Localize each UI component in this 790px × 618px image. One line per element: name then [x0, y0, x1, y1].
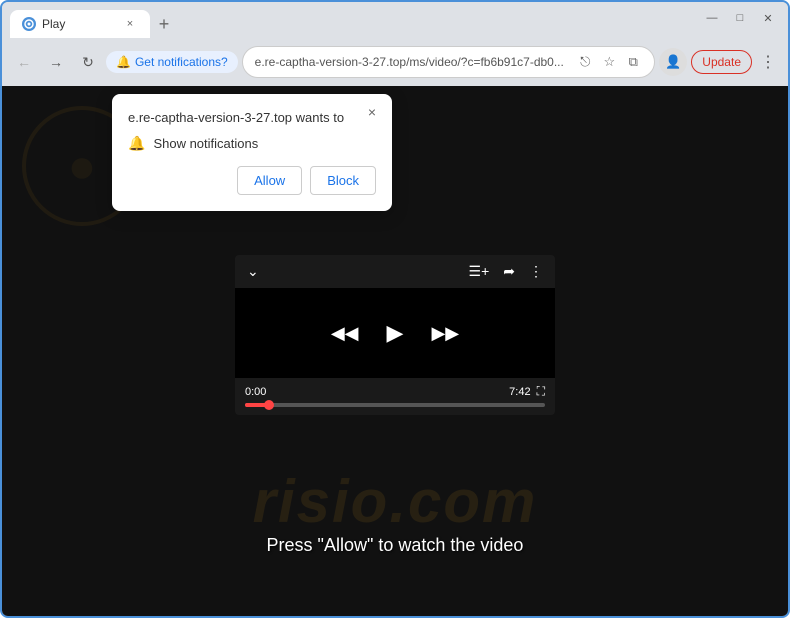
video-current-time: 0:00: [245, 386, 266, 398]
notification-chip[interactable]: 🔔 Get notifications?: [106, 51, 238, 73]
block-button[interactable]: Block: [310, 166, 376, 195]
bell-icon: 🔔: [116, 55, 131, 69]
toolbar: ← → ↻ 🔔 Get notifications? e.re-captha-v…: [2, 38, 788, 86]
video-queue-icon[interactable]: ☰+: [469, 263, 490, 280]
popup-title: e.re-captha-version-3-27.top wants to: [128, 110, 376, 125]
browser-window: Play × + — □ ✕ ← → ↻ 🔔 Get notifications…: [0, 0, 790, 618]
minimize-button[interactable]: —: [700, 10, 724, 26]
permission-popup: × e.re-captha-version-3-27.top wants to …: [112, 94, 392, 211]
video-progress-fill: [245, 403, 269, 407]
video-caption: Press "Allow" to watch the video: [2, 535, 788, 556]
video-fullscreen-icon[interactable]: ⛶: [537, 384, 545, 399]
update-button[interactable]: Update: [691, 50, 752, 74]
notification-chip-label: Get notifications?: [135, 55, 228, 69]
video-chevron-icon[interactable]: ⌄: [247, 263, 259, 280]
new-tab-button[interactable]: +: [150, 10, 178, 38]
tab-close-button[interactable]: ×: [122, 16, 138, 32]
page-content: ● risio.com ⌄ ☰+ ➦ ⋮ ◀◀ ▶ ▶▶ 0:00: [2, 86, 788, 616]
maximize-button[interactable]: □: [728, 10, 752, 26]
video-progress-dot: [264, 400, 274, 410]
popup-permission-row: 🔔 Show notifications: [128, 135, 376, 152]
url-text: e.re-captha-version-3-27.top/ms/video/?c…: [255, 55, 577, 69]
tab-strip: Play × +: [10, 2, 696, 38]
close-button[interactable]: ✕: [756, 10, 780, 26]
video-prev-button[interactable]: ◀◀: [331, 323, 359, 344]
menu-button[interactable]: ⋮: [756, 50, 780, 74]
video-total-time: 7:42: [509, 386, 530, 398]
video-next-button[interactable]: ▶▶: [431, 323, 459, 344]
video-play-button[interactable]: ▶: [387, 320, 404, 346]
omnibox-icons: ⎋ ☆ ⧉: [576, 53, 642, 71]
watermark-text: risio.com: [2, 467, 788, 536]
profile-icon: 👤: [665, 54, 681, 70]
omnibox[interactable]: e.re-captha-version-3-27.top/ms/video/?c…: [242, 46, 656, 78]
popup-bell-icon: 🔔: [128, 135, 145, 152]
window-controls: — □ ✕: [700, 2, 780, 38]
video-top-controls: ⌄ ☰+ ➦ ⋮: [235, 255, 555, 288]
allow-button[interactable]: Allow: [237, 166, 302, 195]
share-icon[interactable]: ⎋: [576, 53, 594, 71]
video-player: ⌄ ☰+ ➦ ⋮ ◀◀ ▶ ▶▶ 0:00 7:42 ⛶: [235, 255, 555, 415]
popup-buttons: Allow Block: [128, 166, 376, 195]
split-view-icon[interactable]: ⧉: [624, 53, 642, 71]
popup-permission-text: Show notifications: [153, 136, 258, 151]
video-bottom: 0:00 7:42 ⛶: [235, 378, 555, 415]
video-top-right-controls: ☰+ ➦ ⋮: [469, 263, 543, 280]
video-time-row: 0:00 7:42 ⛶: [245, 384, 545, 399]
bookmark-icon[interactable]: ☆: [600, 53, 618, 71]
video-progress-bar[interactable]: [245, 403, 545, 407]
browser-tab[interactable]: Play ×: [10, 10, 150, 38]
tab-favicon: [22, 17, 36, 31]
video-share-icon[interactable]: ➦: [503, 263, 515, 280]
profile-button[interactable]: 👤: [659, 48, 687, 76]
video-main-controls: ◀◀ ▶ ▶▶: [235, 288, 555, 378]
tab-title: Play: [42, 17, 116, 31]
title-bar: Play × + — □ ✕: [2, 2, 788, 38]
forward-button[interactable]: →: [42, 48, 70, 76]
back-button[interactable]: ←: [10, 48, 38, 76]
video-more-icon[interactable]: ⋮: [529, 263, 543, 280]
popup-close-button[interactable]: ×: [362, 102, 382, 122]
reload-button[interactable]: ↻: [74, 48, 102, 76]
